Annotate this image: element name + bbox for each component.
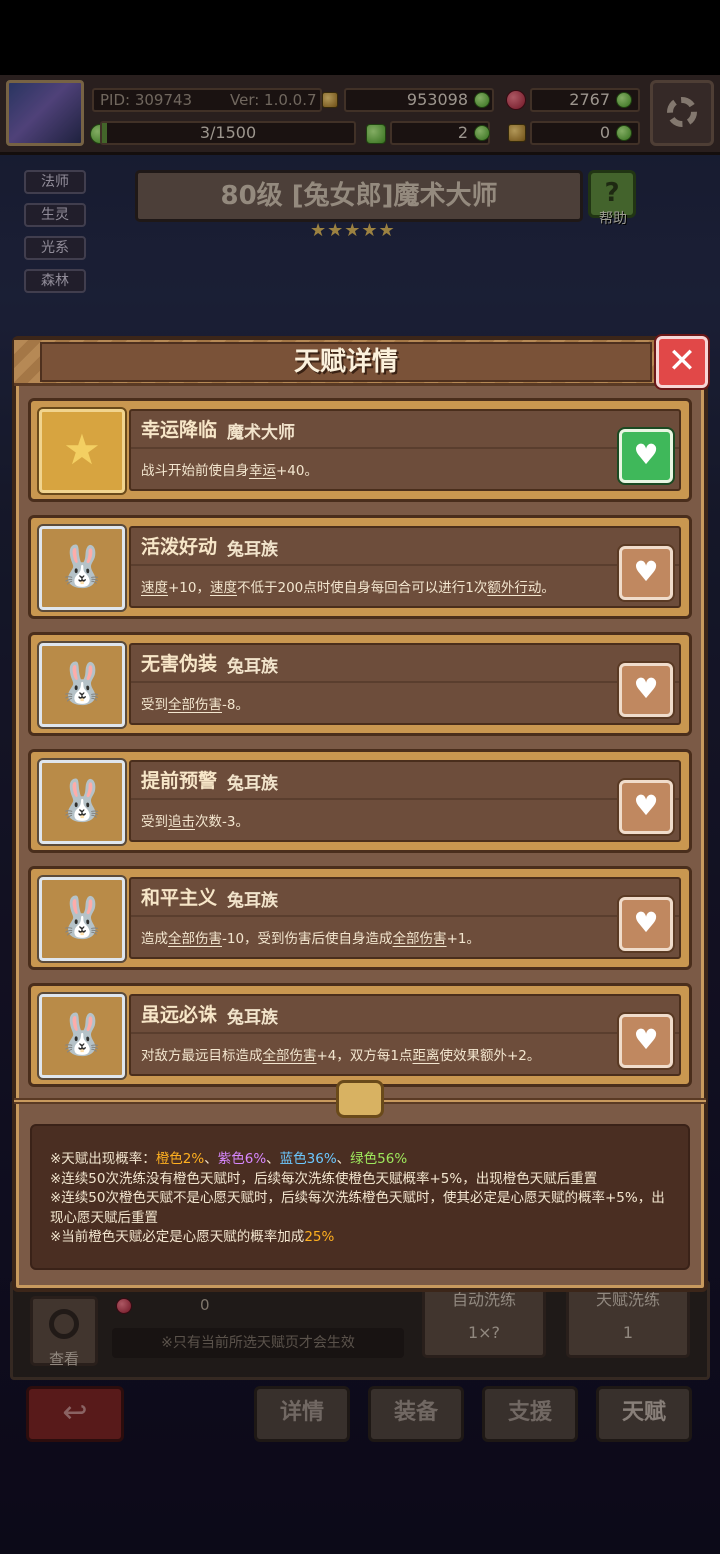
talent-source: 兔耳族 <box>227 891 278 911</box>
panel-divider <box>131 564 679 566</box>
panel-divider <box>131 915 679 917</box>
talent-icon-frame: 🐰 <box>39 994 125 1078</box>
heart-icon: ♥ <box>633 906 659 939</box>
bunny-icon: 🐰 <box>57 661 107 707</box>
heart-icon: ♥ <box>633 438 659 471</box>
talent-card[interactable]: 🐰 和平主义 兔耳族造成全部伤害-10，受到伤害后使自身造成全部伤害+1。 ♥ <box>28 866 692 970</box>
talent-source: 兔耳族 <box>227 657 278 677</box>
wish-heart-button[interactable]: ♥ <box>619 546 673 600</box>
notes-line-current: ※当前橙色天赋必定是心愿天赋的概率加成25% <box>50 1229 335 1245</box>
wish-heart-button[interactable]: ♥ <box>619 1014 673 1068</box>
wish-heart-button[interactable]: ♥ <box>619 429 673 483</box>
wish-heart-button[interactable]: ♥ <box>619 663 673 717</box>
heart-icon: ♥ <box>633 672 659 705</box>
bunny-icon: 🐰 <box>57 1012 107 1058</box>
talent-icon-frame: ★ <box>39 409 125 493</box>
notes-line-pity: ※连续50次洗练没有橙色天赋时，后续每次洗练使橙色天赋概率+5%，出现橙色天赋后… <box>50 1170 598 1187</box>
wish-heart-button[interactable]: ♥ <box>619 780 673 834</box>
talent-source: 兔耳族 <box>227 1008 278 1028</box>
notes-line-wish-pity: ※连续50次橙色天赋不是心愿天赋时，后续每次洗练橙色天赋时，使其必定是心愿天赋的… <box>50 1190 665 1226</box>
talent-source: 兔耳族 <box>227 774 278 794</box>
talent-card[interactable]: ★ 幸运降临 魔术大师战斗开始前使自身幸运+40。 ♥ <box>28 398 692 502</box>
heart-icon: ♥ <box>633 555 659 588</box>
talent-description: 速度+10，速度不低于200点时使自身每回合可以进行1次额外行动。 <box>141 580 555 596</box>
modal-title: 天赋详情 <box>293 347 398 377</box>
talent-name: 提前预警 <box>141 770 218 792</box>
close-icon: ✕ <box>667 341 697 381</box>
bunny-icon: 🐰 <box>57 895 107 941</box>
talent-icon-frame: 🐰 <box>39 877 125 961</box>
talent-card[interactable]: 🐰 活泼好动 兔耳族速度+10，速度不低于200点时使自身每回合可以进行1次额外行动… <box>28 515 692 619</box>
panel-divider <box>131 798 679 800</box>
talent-description: 战斗开始前使自身幸运+40。 <box>141 463 318 479</box>
talent-source: 魔术大师 <box>227 423 295 443</box>
talent-icon-frame: 🐰 <box>39 760 125 844</box>
notes-line-probability: ※天赋出现概率：橙色2%、紫色6%、蓝色36%、绿色56% <box>50 1151 408 1167</box>
talent-card[interactable]: 🐰 提前预警 兔耳族受到追击次数-3。 ♥ <box>28 749 692 853</box>
talent-description: 受到追击次数-3。 <box>141 814 249 830</box>
talent-source: 兔耳族 <box>227 540 278 560</box>
talent-card[interactable]: 🐰 无害伪装 兔耳族受到全部伤害-8。 ♥ <box>28 632 692 736</box>
talent-description: 造成全部伤害-10，受到伤害后使自身造成全部伤害+1。 <box>141 931 480 947</box>
talent-name: 活泼好动 <box>141 536 218 558</box>
panel-divider <box>131 1032 679 1034</box>
ornament-icon <box>336 1080 384 1118</box>
bunny-icon: 🐰 <box>57 778 107 824</box>
bunny-icon: 🐰 <box>57 544 107 590</box>
talent-description: 受到全部伤害-8。 <box>141 697 249 713</box>
close-button[interactable]: ✕ <box>656 336 708 388</box>
panel-divider <box>131 681 679 683</box>
heart-icon: ♥ <box>633 1023 659 1056</box>
talent-name: 无害伪装 <box>141 653 218 675</box>
talent-description: 对敌方最远目标造成全部伤害+4，双方每1点距离使效果额外+2。 <box>141 1048 541 1064</box>
status-bar-area <box>0 0 720 75</box>
wish-heart-button[interactable]: ♥ <box>619 897 673 951</box>
talent-icon-frame: 🐰 <box>39 526 125 610</box>
heart-icon: ♥ <box>633 789 659 822</box>
panel-divider <box>131 447 679 449</box>
talent-card[interactable]: 🐰 虽远必诛 兔耳族对敌方最远目标造成全部伤害+4，双方每1点距离使效果额外+2。 ♥ <box>28 983 692 1087</box>
talent-name: 虽远必诛 <box>141 1004 218 1026</box>
talent-name: 和平主义 <box>141 887 218 909</box>
talent-name: 幸运降临 <box>141 419 218 441</box>
talent-notes: ※天赋出现概率：橙色2%、紫色6%、蓝色36%、绿色56% ※连续50次洗练没有… <box>30 1124 690 1270</box>
talent-icon-frame: 🐰 <box>39 643 125 727</box>
star-icon: ★ <box>63 425 101 474</box>
